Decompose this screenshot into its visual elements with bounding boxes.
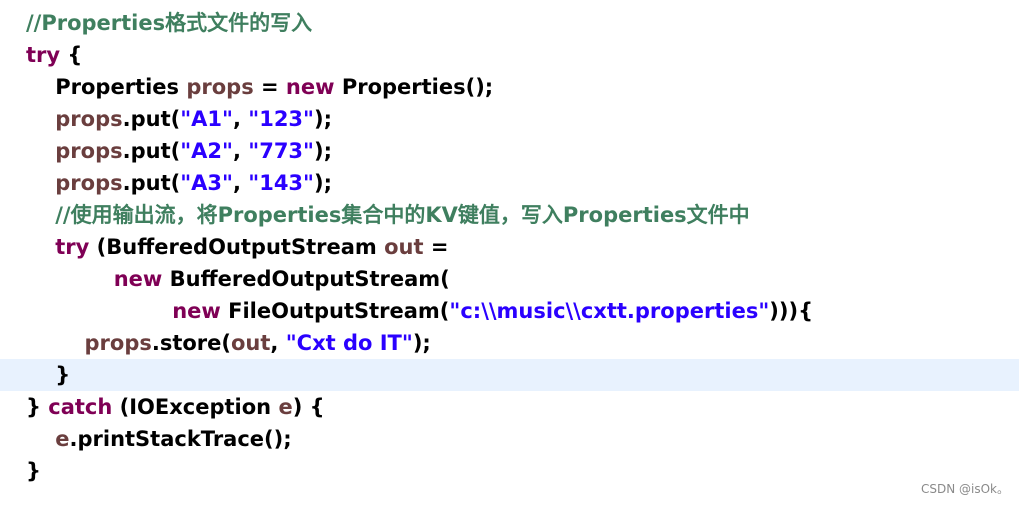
token-string: "Cxt do IT" (285, 331, 413, 355)
token-plain: ))){ (769, 299, 814, 323)
code-line-3[interactable]: Properties props = new Properties(); (0, 71, 1019, 103)
token-string: "c:\\music\\cxtt.properties" (449, 299, 770, 323)
code-line-6[interactable]: props.put("A3", "143"); (0, 167, 1019, 199)
token-plain: (BufferedOutputStream (89, 235, 385, 259)
token-plain: Properties(); (334, 75, 494, 99)
code-line-12[interactable]: } (0, 359, 1019, 391)
code-line-15[interactable]: } (0, 455, 1019, 487)
token-plain: .store( (151, 331, 231, 355)
token-var: props (55, 107, 123, 131)
token-plain: ); (313, 107, 332, 131)
code-line-10[interactable]: new FileOutputStream("c:\\music\\cxtt.pr… (0, 295, 1019, 327)
code-line-1[interactable]: //Properties格式文件的写入 (0, 7, 1019, 39)
token-plain: { (60, 43, 83, 67)
token-plain: , (232, 107, 249, 131)
token-keyword: new (113, 267, 163, 291)
token-comment: //使用输出流，将Properties集合中的KV键值，写入Properties… (55, 203, 750, 227)
token-plain: (IOException (112, 395, 279, 419)
token-plain: .put( (122, 107, 181, 131)
code-line-2[interactable]: try { (0, 39, 1019, 71)
token-plain: .put( (122, 171, 181, 195)
code-line-13[interactable]: } catch (IOException e) { (0, 391, 1019, 423)
token-var: props (55, 139, 123, 163)
code-editor[interactable]: //Properties格式文件的写入 try { Properties prop… (0, 0, 1019, 507)
token-var: props (186, 75, 254, 99)
code-line-8[interactable]: try (BufferedOutputStream out = (0, 231, 1019, 263)
token-string: "773" (248, 139, 314, 163)
token-var: out (231, 331, 271, 355)
token-keyword: new (172, 299, 221, 323)
token-plain: ); (412, 331, 431, 355)
token-keyword: try (26, 43, 61, 67)
token-string: "143" (248, 171, 314, 195)
token-keyword: try (55, 235, 90, 259)
code-line-9[interactable]: new BufferedOutputStream( (0, 263, 1019, 295)
token-var: props (84, 331, 152, 355)
token-string: "A1" (180, 107, 233, 131)
token-plain: .put( (122, 139, 181, 163)
token-plain: Properties (26, 75, 187, 99)
token-plain: BufferedOutputStream( (162, 267, 450, 291)
token-plain: .printStackTrace(); (69, 427, 292, 451)
token-plain: } (26, 459, 41, 483)
token-plain: ); (313, 171, 332, 195)
token-var: props (55, 171, 123, 195)
token-var: e (55, 427, 70, 451)
token-var: out (384, 235, 424, 259)
token-keyword: catch (48, 395, 113, 419)
token-string: "123" (248, 107, 314, 131)
token-plain: FileOutputStream( (220, 299, 450, 323)
code-line-5[interactable]: props.put("A2", "773"); (0, 135, 1019, 167)
token-comment: //Properties格式文件的写入 (26, 11, 313, 35)
watermark: CSDN @isOk。 (920, 482, 1009, 496)
token-string: "A2" (180, 139, 233, 163)
token-string: "A3" (180, 171, 233, 195)
token-plain: } (26, 363, 71, 387)
token-plain: = (423, 235, 449, 259)
token-plain: , (232, 139, 249, 163)
code-line-14[interactable]: e.printStackTrace(); (0, 423, 1019, 455)
code-line-4[interactable]: props.put("A1", "123"); (0, 103, 1019, 135)
token-plain: ); (313, 139, 332, 163)
token-var: e (278, 395, 293, 419)
token-plain: , (232, 171, 249, 195)
token-keyword: new (285, 75, 335, 99)
token-plain: = (253, 75, 286, 99)
code-line-11[interactable]: props.store(out, "Cxt do IT"); (0, 327, 1019, 359)
token-plain: } (26, 395, 49, 419)
code-line-7[interactable]: //使用输出流，将Properties集合中的KV键值，写入Properties… (0, 199, 1019, 231)
token-plain: , (270, 331, 286, 355)
token-plain: ) { (292, 395, 325, 419)
